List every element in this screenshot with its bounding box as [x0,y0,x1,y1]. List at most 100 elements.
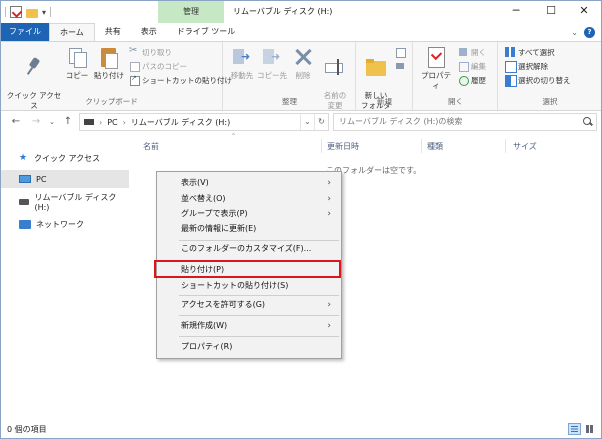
back-arrow-icon[interactable]: ← [9,115,23,129]
paste-icon [98,46,120,69]
address-controls: ⌄ ↻ [300,114,328,130]
tab-view[interactable]: 表示 [131,23,167,41]
cut-label: 切り取り [142,47,172,57]
address-dropdown-icon[interactable]: ⌄ [300,114,314,130]
column-header-modified[interactable]: 更新日時 [327,141,359,152]
history-button[interactable]: 履歴 [458,74,486,86]
manage-context-tab[interactable]: 管理 [158,1,224,23]
menu-item-new[interactable]: 新規作成(W) › [159,319,339,333]
open-button[interactable]: 開く [458,46,486,58]
select-group-label: 選択 [542,97,558,106]
menu-separator [179,315,339,316]
chevron-right-icon[interactable]: › [99,118,102,127]
copy-button[interactable]: コピー [64,46,90,81]
copy-icon [66,46,88,68]
tab-share[interactable]: 共有 [95,23,131,41]
cut-button[interactable]: 切り取り [129,45,172,58]
nav-item-label: PC [36,174,47,184]
delete-button[interactable]: 削除 [291,46,315,81]
pin-quick-access-button[interactable]: クイック アクセス にピン留めする [5,46,63,121]
new-group: 新しい フォルダー 新規 [357,42,413,120]
menu-item-customize[interactable]: このフォルダーのカスタマイズ(F)... [159,242,339,256]
menu-item-sort[interactable]: 並べ替え(O) › [159,192,339,206]
nav-item-label: リムーバブル ディスク (H:) [34,193,117,212]
clipboard-group-label: クリップボード [85,97,138,106]
breadcrumb-drive[interactable]: リムーバブル ディスク (H:) [131,117,230,128]
quick-access-toolbar: ▾ [5,5,52,19]
column-divider[interactable] [421,139,422,153]
address-bar[interactable]: › PC › リムーバブル ディスク (H:) ⌄ ↻ [79,113,329,131]
menu-item-label: 並べ替え(O) [181,194,226,203]
scissors-icon [129,45,139,57]
pc-icon [19,175,31,183]
submenu-arrow-icon: › [327,209,331,219]
menu-item-paste-shortcut[interactable]: ショートカットの貼り付け(S) [159,279,339,293]
select-none-label: 選択解除 [518,61,548,71]
column-divider[interactable] [321,139,322,153]
select-all-button[interactable]: すべて選択 [505,46,555,58]
paste-button[interactable]: 貼り付け [91,46,127,81]
breadcrumb-pc[interactable]: PC [107,118,117,127]
title-bar: ▾ 管理 リムーバブル ディスク (H:) ─ ☐ ✕ [1,1,601,23]
customize-toolbar-icon[interactable]: ▾ [42,8,46,17]
copy-to-button[interactable]: コピー先 [257,46,287,81]
new-folder-icon[interactable] [26,8,38,18]
submenu-arrow-icon: › [327,194,331,204]
explorer-window: ▾ 管理 リムーバブル ディスク (H:) ─ ☐ ✕ ファイル ホーム 共有 … [0,0,602,439]
help-icon[interactable]: ? [584,26,595,38]
paste-shortcut-button[interactable]: ショートカットの貼り付け [129,74,232,86]
easy-access-button[interactable] [395,60,405,72]
submenu-arrow-icon: › [327,178,331,188]
open-group-label: 開く [448,97,463,106]
forward-arrow-icon[interactable]: → [29,115,43,129]
up-arrow-icon[interactable]: ↑ [61,115,75,129]
tab-home[interactable]: ホーム [49,23,95,42]
close-button[interactable]: ✕ [567,1,601,23]
easy-access-icon [395,61,405,71]
new-item-button[interactable] [395,46,406,58]
column-header-name[interactable]: 名前 [143,141,159,152]
select-all-label: すべて選択 [518,47,555,57]
menu-item-refresh[interactable]: 最新の情報に更新(E) [159,222,339,236]
address-row: ← → ⌄ ↑ › PC › リムーバブル ディスク (H:) ⌄ ↻ リムーバ… [1,111,601,133]
menu-item-label: 最新の情報に更新(E) [181,224,257,233]
refresh-icon[interactable]: ↻ [314,114,328,130]
column-header-size[interactable]: サイズ [513,141,537,152]
paste-highlight-box [154,260,341,278]
edit-label: 編集 [471,61,486,71]
search-input[interactable]: リムーバブル ディスク (H:)の検索 [333,113,597,131]
sort-caret-icon: ^ [231,133,237,140]
nav-item-label: ネットワーク [36,219,84,229]
maximize-button[interactable]: ☐ [534,1,568,23]
menu-item-group[interactable]: グループで表示(P) › [159,207,339,221]
nav-item-pc[interactable]: PC [1,170,129,188]
large-icons-view-icon[interactable] [584,423,597,435]
edit-button[interactable]: 編集 [458,60,486,72]
details-view-icon[interactable] [568,423,581,435]
copy-path-button[interactable]: パスのコピー [129,60,187,72]
move-to-button[interactable]: 移動先 [228,46,256,81]
properties-icon[interactable] [10,6,22,18]
column-header-type[interactable]: 種類 [427,141,443,152]
nav-item-quick-access[interactable]: ★ クイック アクセス [1,149,129,167]
column-divider[interactable] [505,139,506,153]
recent-locations-icon[interactable]: ⌄ [45,115,59,129]
menu-item-view[interactable]: 表示(V) › [159,176,339,190]
chevron-right-icon[interactable]: › [123,118,126,127]
tab-drive-tools[interactable]: ドライブ ツール [167,23,246,41]
select-none-button[interactable]: 選択解除 [505,60,548,73]
minimize-button[interactable]: ─ [499,1,533,23]
delete-label: 削除 [295,71,311,80]
menu-item-label: このフォルダーのカスタマイズ(F)... [181,244,312,253]
properties-button[interactable]: プロパティ [418,46,454,91]
invert-selection-button[interactable]: 選択の切り替え [505,74,571,87]
tab-file[interactable]: ファイル [1,23,49,41]
menu-item-give-access[interactable]: アクセスを許可する(G) › [159,298,339,312]
menu-item-properties[interactable]: プロパティ(R) [159,340,339,354]
nav-item-network[interactable]: ネットワーク [1,215,129,233]
nav-item-removable-disk[interactable]: リムーバブル ディスク (H:) [1,193,129,212]
expand-ribbon-icon[interactable]: ⌄ [571,28,578,37]
new-folder-icon [365,56,387,78]
pin-icon [23,56,45,78]
new-folder-button[interactable]: 新しい フォルダー [359,46,393,121]
